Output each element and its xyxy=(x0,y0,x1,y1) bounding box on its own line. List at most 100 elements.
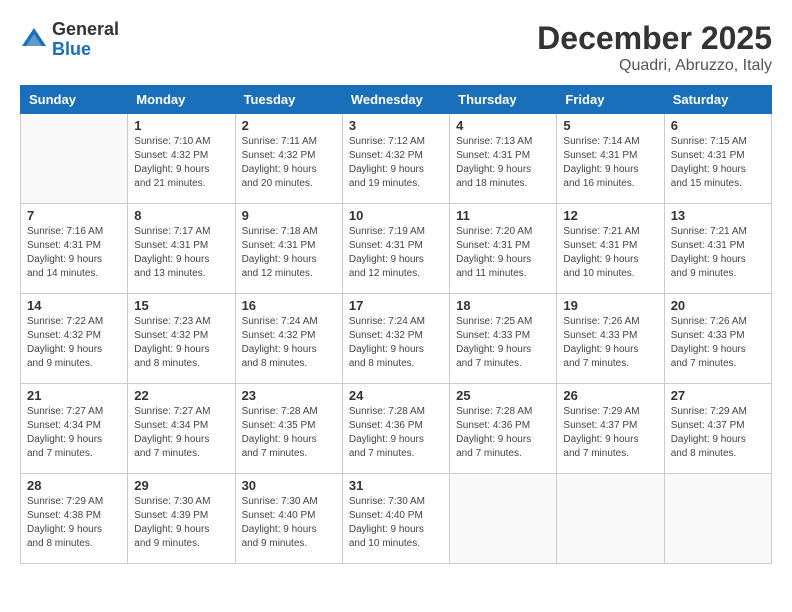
day-info: Sunrise: 7:27 AM Sunset: 4:34 PM Dayligh… xyxy=(134,405,228,461)
day-number: 8 xyxy=(134,208,228,223)
day-number: 14 xyxy=(27,298,121,313)
day-number: 4 xyxy=(456,118,550,133)
calendar-cell: 24 Sunrise: 7:28 AM Sunset: 4:36 PM Dayli… xyxy=(342,384,449,474)
day-number: 6 xyxy=(671,118,765,133)
calendar-cell: 28 Sunrise: 7:29 AM Sunset: 4:38 PM Dayli… xyxy=(21,474,128,564)
calendar-cell: 11 Sunrise: 7:20 AM Sunset: 4:31 PM Dayli… xyxy=(450,204,557,294)
calendar-cell: 25Sunrise: 7:28 AM Sunset: 4:36 PM Dayli… xyxy=(450,384,557,474)
day-of-week-header: Thursday xyxy=(450,86,557,114)
calendar-week-row: 14 Sunrise: 7:22 AM Sunset: 4:32 PM Dayli… xyxy=(21,294,772,384)
day-info: Sunrise: 7:24 AM Sunset: 4:32 PM Dayligh… xyxy=(242,315,336,371)
day-number: 1 xyxy=(134,118,228,133)
day-number: 28 xyxy=(27,478,121,493)
day-of-week-header: Saturday xyxy=(664,86,771,114)
calendar-cell: 22 Sunrise: 7:27 AM Sunset: 4:34 PM Dayli… xyxy=(128,384,235,474)
calendar-cell xyxy=(21,114,128,204)
logo: General Blue xyxy=(20,20,119,60)
calendar-header: SundayMondayTuesdayWednesdayThursdayFrid… xyxy=(21,86,772,114)
day-of-week-header: Sunday xyxy=(21,86,128,114)
day-info: Sunrise: 7:13 AM Sunset: 4:31 PM Dayligh… xyxy=(456,135,550,191)
calendar-cell: 7Sunrise: 7:16 AM Sunset: 4:31 PM Daylig… xyxy=(21,204,128,294)
day-info: Sunrise: 7:22 AM Sunset: 4:32 PM Dayligh… xyxy=(27,315,121,371)
day-number: 15 xyxy=(134,298,228,313)
month-year-title: December 2025 xyxy=(537,20,772,57)
calendar-cell: 21Sunrise: 7:27 AM Sunset: 4:34 PM Dayli… xyxy=(21,384,128,474)
calendar-cell: 29 Sunrise: 7:30 AM Sunset: 4:39 PM Dayli… xyxy=(128,474,235,564)
day-number: 31 xyxy=(349,478,443,493)
day-info: Sunrise: 7:28 AM Sunset: 4:36 PM Dayligh… xyxy=(456,405,550,461)
day-info: Sunrise: 7:12 AM Sunset: 4:32 PM Dayligh… xyxy=(349,135,443,191)
day-number: 27 xyxy=(671,388,765,403)
day-of-week-header: Monday xyxy=(128,86,235,114)
calendar-body: 1 Sunrise: 7:10 AM Sunset: 4:32 PM Daylig… xyxy=(21,114,772,564)
day-info: Sunrise: 7:21 AM Sunset: 4:31 PM Dayligh… xyxy=(563,225,657,281)
calendar-cell: 15Sunrise: 7:23 AM Sunset: 4:32 PM Dayli… xyxy=(128,294,235,384)
calendar-cell: 23 Sunrise: 7:28 AM Sunset: 4:35 PM Dayli… xyxy=(235,384,342,474)
calendar-cell: 1 Sunrise: 7:10 AM Sunset: 4:32 PM Daylig… xyxy=(128,114,235,204)
calendar-cell: 5Sunrise: 7:14 AM Sunset: 4:31 PM Daylig… xyxy=(557,114,664,204)
calendar-cell: 31 Sunrise: 7:30 AM Sunset: 4:40 PM Dayli… xyxy=(342,474,449,564)
calendar-cell xyxy=(664,474,771,564)
logo-icon xyxy=(20,26,48,54)
calendar-cell: 2Sunrise: 7:11 AM Sunset: 4:32 PM Daylig… xyxy=(235,114,342,204)
day-info: Sunrise: 7:15 AM Sunset: 4:31 PM Dayligh… xyxy=(671,135,765,191)
calendar-cell: 10 Sunrise: 7:19 AM Sunset: 4:31 PM Dayli… xyxy=(342,204,449,294)
day-info: Sunrise: 7:14 AM Sunset: 4:31 PM Dayligh… xyxy=(563,135,657,191)
calendar-cell: 16 Sunrise: 7:24 AM Sunset: 4:32 PM Dayli… xyxy=(235,294,342,384)
day-number: 3 xyxy=(349,118,443,133)
day-info: Sunrise: 7:29 AM Sunset: 4:38 PM Dayligh… xyxy=(27,495,121,551)
day-number: 30 xyxy=(242,478,336,493)
day-info: Sunrise: 7:30 AM Sunset: 4:39 PM Dayligh… xyxy=(134,495,228,551)
day-info: Sunrise: 7:11 AM Sunset: 4:32 PM Dayligh… xyxy=(242,135,336,191)
calendar-cell: 14 Sunrise: 7:22 AM Sunset: 4:32 PM Dayli… xyxy=(21,294,128,384)
day-number: 10 xyxy=(349,208,443,223)
day-number: 18 xyxy=(456,298,550,313)
calendar-cell: 9 Sunrise: 7:18 AM Sunset: 4:31 PM Daylig… xyxy=(235,204,342,294)
day-of-week-header: Wednesday xyxy=(342,86,449,114)
day-info: Sunrise: 7:28 AM Sunset: 4:35 PM Dayligh… xyxy=(242,405,336,461)
calendar-cell xyxy=(450,474,557,564)
calendar-table: SundayMondayTuesdayWednesdayThursdayFrid… xyxy=(20,85,772,564)
day-number: 20 xyxy=(671,298,765,313)
logo-blue-text: Blue xyxy=(52,39,91,59)
calendar-cell: 4 Sunrise: 7:13 AM Sunset: 4:31 PM Daylig… xyxy=(450,114,557,204)
day-info: Sunrise: 7:28 AM Sunset: 4:36 PM Dayligh… xyxy=(349,405,443,461)
calendar-cell: 20Sunrise: 7:26 AM Sunset: 4:33 PM Dayli… xyxy=(664,294,771,384)
calendar-cell: 3 Sunrise: 7:12 AM Sunset: 4:32 PM Daylig… xyxy=(342,114,449,204)
day-info: Sunrise: 7:29 AM Sunset: 4:37 PM Dayligh… xyxy=(563,405,657,461)
day-info: Sunrise: 7:27 AM Sunset: 4:34 PM Dayligh… xyxy=(27,405,121,461)
day-number: 11 xyxy=(456,208,550,223)
day-info: Sunrise: 7:21 AM Sunset: 4:31 PM Dayligh… xyxy=(671,225,765,281)
calendar-week-row: 21Sunrise: 7:27 AM Sunset: 4:34 PM Dayli… xyxy=(21,384,772,474)
day-info: Sunrise: 7:25 AM Sunset: 4:33 PM Dayligh… xyxy=(456,315,550,371)
day-number: 22 xyxy=(134,388,228,403)
day-number: 7 xyxy=(27,208,121,223)
day-info: Sunrise: 7:30 AM Sunset: 4:40 PM Dayligh… xyxy=(349,495,443,551)
calendar-cell: 8 Sunrise: 7:17 AM Sunset: 4:31 PM Daylig… xyxy=(128,204,235,294)
days-of-week-row: SundayMondayTuesdayWednesdayThursdayFrid… xyxy=(21,86,772,114)
calendar-week-row: 7Sunrise: 7:16 AM Sunset: 4:31 PM Daylig… xyxy=(21,204,772,294)
calendar-cell: 19 Sunrise: 7:26 AM Sunset: 4:33 PM Dayli… xyxy=(557,294,664,384)
day-info: Sunrise: 7:26 AM Sunset: 4:33 PM Dayligh… xyxy=(563,315,657,371)
day-info: Sunrise: 7:10 AM Sunset: 4:32 PM Dayligh… xyxy=(134,135,228,191)
calendar-cell: 12Sunrise: 7:21 AM Sunset: 4:31 PM Dayli… xyxy=(557,204,664,294)
day-info: Sunrise: 7:19 AM Sunset: 4:31 PM Dayligh… xyxy=(349,225,443,281)
day-number: 16 xyxy=(242,298,336,313)
day-number: 19 xyxy=(563,298,657,313)
day-of-week-header: Friday xyxy=(557,86,664,114)
day-of-week-header: Tuesday xyxy=(235,86,342,114)
day-info: Sunrise: 7:18 AM Sunset: 4:31 PM Dayligh… xyxy=(242,225,336,281)
day-number: 24 xyxy=(349,388,443,403)
day-number: 9 xyxy=(242,208,336,223)
location-subtitle: Quadri, Abruzzo, Italy xyxy=(537,57,772,75)
calendar-week-row: 28 Sunrise: 7:29 AM Sunset: 4:38 PM Dayli… xyxy=(21,474,772,564)
calendar-cell: 18 Sunrise: 7:25 AM Sunset: 4:33 PM Dayli… xyxy=(450,294,557,384)
day-info: Sunrise: 7:17 AM Sunset: 4:31 PM Dayligh… xyxy=(134,225,228,281)
day-number: 23 xyxy=(242,388,336,403)
calendar-cell: 30Sunrise: 7:30 AM Sunset: 4:40 PM Dayli… xyxy=(235,474,342,564)
day-number: 26 xyxy=(563,388,657,403)
day-number: 29 xyxy=(134,478,228,493)
logo-general-text: General xyxy=(52,19,119,39)
calendar-cell: 26 Sunrise: 7:29 AM Sunset: 4:37 PM Dayli… xyxy=(557,384,664,474)
day-info: Sunrise: 7:20 AM Sunset: 4:31 PM Dayligh… xyxy=(456,225,550,281)
